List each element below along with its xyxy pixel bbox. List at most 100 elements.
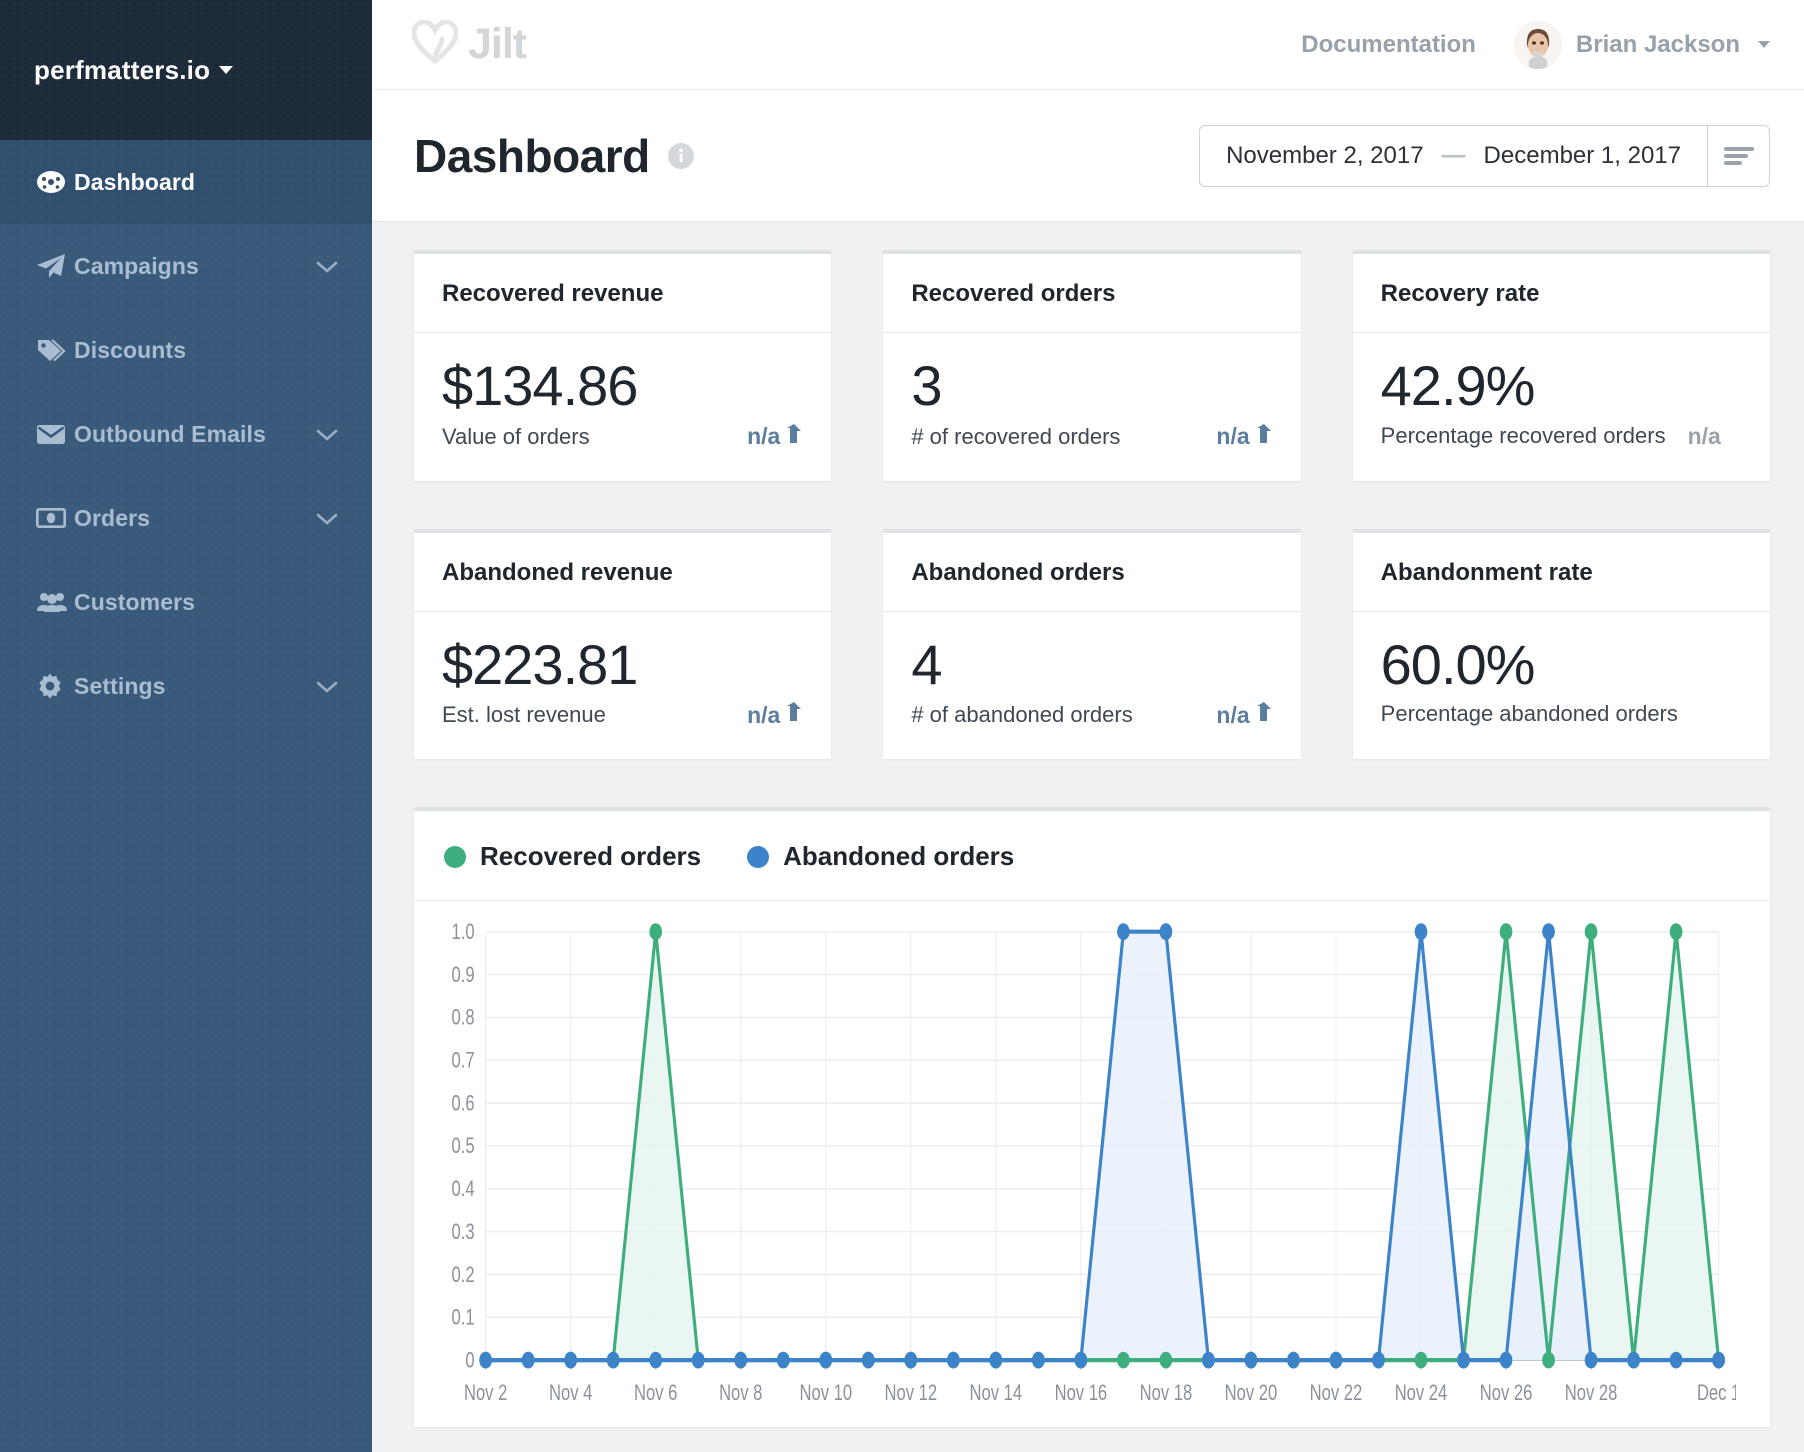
svg-text:0.6: 0.6 — [452, 1091, 475, 1116]
user-menu[interactable]: Brian Jackson — [1514, 21, 1770, 69]
sidebar-item-dashboard[interactable]: Dashboard — [0, 140, 372, 224]
stat-card-body: $134.86 Value of orders n/a — [414, 333, 831, 481]
sidebar-item-settings[interactable]: Settings — [0, 644, 372, 728]
stat-card-title: Recovered orders — [883, 254, 1300, 333]
svg-text:Nov 26: Nov 26 — [1480, 1381, 1533, 1406]
svg-text:0.7: 0.7 — [452, 1049, 475, 1074]
users-icon — [36, 590, 74, 614]
tag-icon — [36, 337, 74, 363]
stat-card-title: Abandoned orders — [883, 533, 1300, 612]
date-range-end[interactable]: December 1, 2017 — [1484, 142, 1681, 170]
stat-card-footer: # of abandoned orders n/a — [911, 701, 1272, 729]
gear-icon — [36, 672, 74, 700]
chevron-down-icon — [219, 66, 233, 74]
gauge-icon — [36, 170, 74, 194]
legend-label: Recovered orders — [480, 841, 701, 872]
svg-text:Nov 18: Nov 18 — [1140, 1381, 1193, 1406]
sidebar-item-label: Outbound Emails — [74, 421, 316, 448]
sidebar: perfmatters.io Dashboard Campaigns — [0, 0, 372, 1452]
sidebar-item-label: Discounts — [74, 337, 338, 364]
stat-card-delta-value: n/a — [1216, 423, 1249, 450]
legend-dot-recovered — [444, 846, 466, 868]
money-bill-icon — [36, 507, 74, 529]
date-range-start[interactable]: November 2, 2017 — [1226, 142, 1423, 170]
jilt-heart-icon — [412, 20, 458, 69]
chart-plot-area[interactable]: 00.10.20.30.40.50.60.70.80.91.0Nov 2Nov … — [414, 901, 1770, 1427]
stat-card-recovered-orders: Recovered orders 3 # of recovered orders… — [883, 250, 1300, 481]
arrow-up-icon — [1256, 423, 1273, 451]
date-range-values[interactable]: November 2, 2017 — December 1, 2017 — [1200, 126, 1707, 186]
sidebar-item-discounts[interactable]: Discounts — [0, 308, 372, 392]
svg-text:0.5: 0.5 — [452, 1134, 475, 1159]
stat-card-delta: n/a — [1688, 423, 1721, 450]
svg-text:Nov 24: Nov 24 — [1395, 1381, 1448, 1406]
chart-svg[interactable]: 00.10.20.30.40.50.60.70.80.91.0Nov 2Nov … — [424, 917, 1736, 1421]
stat-card-delta: n/a — [747, 701, 803, 729]
filter-button[interactable] — [1707, 126, 1769, 186]
sidebar-item-label: Campaigns — [74, 253, 316, 280]
envelope-icon — [36, 422, 74, 446]
avatar — [1514, 21, 1562, 69]
legend-item-abandoned-orders[interactable]: Abandoned orders — [747, 841, 1014, 872]
stat-card-footer: Percentage abandoned orders — [1381, 701, 1742, 727]
svg-text:Nov 2: Nov 2 — [464, 1381, 507, 1406]
stat-card-value: $223.81 — [442, 634, 803, 696]
stat-card-body: 3 # of recovered orders n/a — [883, 333, 1300, 481]
sidebar-item-outbound-emails[interactable]: Outbound Emails — [0, 392, 372, 476]
orders-chart-card: Recovered orders Abandoned orders 00.10.… — [414, 807, 1770, 1427]
arrow-up-icon — [786, 701, 803, 729]
svg-text:Nov 12: Nov 12 — [885, 1381, 938, 1406]
info-circle-icon[interactable] — [668, 143, 694, 169]
date-range-separator: — — [1442, 142, 1466, 170]
svg-text:0.1: 0.1 — [452, 1306, 475, 1331]
stat-card-subtitle: # of abandoned orders — [911, 702, 1132, 728]
sidebar-brand[interactable]: perfmatters.io — [0, 0, 372, 140]
sidebar-brand-label: perfmatters.io — [34, 55, 210, 86]
stat-card-title: Recovery rate — [1353, 254, 1770, 333]
stat-card-subtitle: # of recovered orders — [911, 424, 1120, 450]
stat-card-value: 42.9% — [1381, 355, 1742, 417]
user-name-label: Brian Jackson — [1576, 31, 1740, 59]
sidebar-item-campaigns[interactable]: Campaigns — [0, 224, 372, 308]
paper-plane-icon — [36, 253, 74, 279]
stat-cards-row-1: Recovered revenue $134.86 Value of order… — [414, 250, 1770, 481]
chevron-down-icon — [316, 421, 338, 448]
sidebar-item-orders[interactable]: Orders — [0, 476, 372, 560]
stat-card-value: 3 — [911, 355, 1272, 417]
arrow-up-icon — [1256, 701, 1273, 729]
stat-card-subtitle: Percentage abandoned orders — [1381, 701, 1678, 727]
stat-card-body: 4 # of abandoned orders n/a — [883, 612, 1300, 760]
stat-card-delta-value: n/a — [747, 423, 780, 450]
svg-text:Dec 1: Dec 1 — [1697, 1381, 1736, 1406]
stat-card-footer: Percentage recovered orders n/a — [1381, 423, 1742, 450]
chevron-down-icon — [1758, 41, 1770, 48]
date-range-picker[interactable]: November 2, 2017 — December 1, 2017 — [1199, 125, 1770, 187]
chart-legend: Recovered orders Abandoned orders — [414, 811, 1770, 901]
stat-card-title: Abandoned revenue — [414, 533, 831, 612]
top-bar: Jilt Documentation Brian Jackson — [372, 0, 1804, 90]
svg-text:Nov 22: Nov 22 — [1310, 1381, 1363, 1406]
legend-item-recovered-orders[interactable]: Recovered orders — [444, 841, 701, 872]
sidebar-item-customers[interactable]: Customers — [0, 560, 372, 644]
stat-card-delta: n/a — [747, 423, 803, 451]
stat-card-abandonment-rate: Abandonment rate 60.0% Percentage abando… — [1353, 529, 1770, 760]
svg-text:Nov 16: Nov 16 — [1055, 1381, 1108, 1406]
stat-cards-row-2: Abandoned revenue $223.81 Est. lost reve… — [414, 529, 1770, 760]
stat-card-value: 60.0% — [1381, 634, 1742, 696]
documentation-link[interactable]: Documentation — [1301, 31, 1476, 59]
stat-card-delta-value: n/a — [1216, 702, 1249, 729]
svg-text:Nov 8: Nov 8 — [719, 1381, 762, 1406]
svg-text:0.8: 0.8 — [452, 1006, 475, 1031]
stat-card-value: 4 — [911, 634, 1272, 696]
sidebar-item-label: Customers — [74, 589, 338, 616]
main-area: Jilt Documentation Brian Jackson — [372, 0, 1804, 1452]
sidebar-item-label: Dashboard — [74, 169, 338, 196]
dashboard-content: Recovered revenue $134.86 Value of order… — [372, 222, 1804, 1452]
jilt-logo[interactable]: Jilt — [412, 20, 526, 69]
sidebar-nav: Dashboard Campaigns Discounts — [0, 140, 372, 728]
stat-card-body: 60.0% Percentage abandoned orders — [1353, 612, 1770, 758]
app-root: perfmatters.io Dashboard Campaigns — [0, 0, 1804, 1452]
stat-card-abandoned-orders: Abandoned orders 4 # of abandoned orders… — [883, 529, 1300, 760]
svg-text:Nov 10: Nov 10 — [799, 1381, 852, 1406]
chevron-down-icon — [316, 673, 338, 700]
